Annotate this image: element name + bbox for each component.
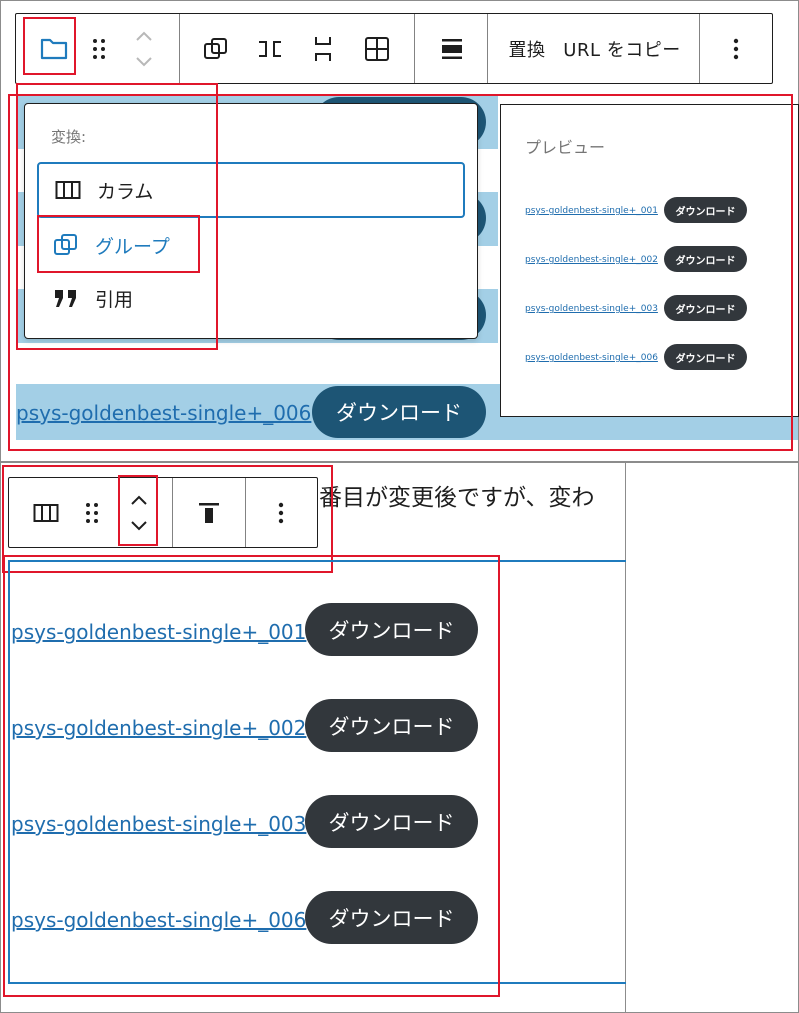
quote-icon	[53, 287, 79, 309]
chevron-up-down-icon	[134, 29, 154, 69]
block-toolbar: 置換 URL をコピー	[15, 13, 773, 84]
transform-option-label: グループ	[95, 235, 170, 258]
transform-option-group[interactable]: グループ	[37, 217, 465, 273]
transform-heading: 変換:	[51, 128, 87, 146]
move-up-down-button[interactable]	[121, 478, 157, 547]
toolbar-divider	[172, 478, 173, 547]
download-button[interactable]: ダウンロード	[305, 891, 478, 944]
file-link[interactable]: psys-goldenbest-single+_003	[11, 812, 306, 836]
justify-vertical-button[interactable]	[307, 14, 339, 83]
folder-icon	[40, 37, 68, 61]
more-options-button[interactable]	[716, 14, 756, 83]
more-vertical-icon	[733, 38, 739, 60]
download-button[interactable]: ダウンロード	[312, 386, 486, 438]
drag-dots-icon	[85, 502, 99, 524]
align-button[interactable]	[432, 14, 472, 83]
preview-title: プレビュー	[525, 138, 606, 157]
stack-icon	[312, 35, 334, 63]
drag-handle[interactable]	[77, 478, 107, 547]
chevron-up-down-icon	[129, 493, 149, 533]
download-button[interactable]: ダウンロード	[305, 795, 478, 848]
transform-preview: プレビュー psys-goldenbest-single+_001 ダウンロード…	[500, 104, 799, 417]
toolbar-divider	[179, 14, 180, 83]
transform-dropdown: 変換: カラム グループ 引用	[24, 103, 478, 339]
copy-url-button[interactable]: URL をコピー	[561, 14, 683, 83]
file-link[interactable]: psys-goldenbest-single+_002	[11, 716, 306, 740]
group-icon	[203, 36, 229, 62]
transform-option-label: カラム	[97, 180, 154, 203]
download-button[interactable]: ダウンロード	[305, 603, 478, 656]
transform-option-quote[interactable]: 引用	[37, 270, 465, 326]
replace-button[interactable]: 置換	[506, 14, 548, 83]
group-transform-button[interactable]	[200, 14, 232, 83]
toolbar-divider	[699, 14, 700, 83]
preview-download-button: ダウンロード	[664, 344, 747, 370]
drag-dots-icon	[92, 38, 106, 60]
columns-icon	[33, 503, 59, 523]
preview-link: psys-goldenbest-single+_002	[525, 255, 658, 265]
more-vertical-icon	[278, 502, 284, 524]
justify-horizontal-button[interactable]	[254, 14, 286, 83]
more-options-button[interactable]	[261, 478, 301, 547]
file-link[interactable]: psys-goldenbest-single+_006	[16, 401, 311, 425]
file-link[interactable]: psys-goldenbest-single+_006	[11, 908, 306, 932]
align-wide-icon	[440, 37, 464, 61]
transform-option-label: 引用	[95, 288, 134, 311]
file-link[interactable]: psys-goldenbest-single+_001	[11, 620, 306, 644]
preview-download-button: ダウンロード	[664, 295, 747, 321]
preview-link: psys-goldenbest-single+_006	[525, 353, 658, 363]
group-block-button[interactable]	[30, 14, 78, 83]
align-top-icon	[197, 501, 221, 525]
columns-icon	[55, 180, 81, 200]
preview-download-button: ダウンロード	[664, 197, 747, 223]
toolbar-divider	[487, 14, 488, 83]
toolbar-divider	[414, 14, 415, 83]
justify-space-between-icon	[257, 38, 283, 60]
preview-link: psys-goldenbest-single+_003	[525, 304, 658, 314]
move-up-down-button[interactable]	[126, 14, 162, 83]
grid-icon	[364, 36, 390, 62]
transform-option-columns[interactable]: カラム	[37, 162, 465, 218]
group-icon	[53, 232, 79, 258]
grid-layout-button[interactable]	[361, 14, 393, 83]
drag-handle[interactable]	[84, 14, 114, 83]
columns-block-button[interactable]	[27, 478, 65, 547]
columns-toolbar	[8, 477, 318, 548]
panel-divider	[0, 461, 799, 463]
vertical-align-button[interactable]	[189, 478, 229, 547]
toolbar-divider	[245, 478, 246, 547]
download-button[interactable]: ダウンロード	[305, 699, 478, 752]
paragraph-text: 番目が変更後ですが、変わ	[319, 485, 595, 511]
preview-link: psys-goldenbest-single+_001	[525, 206, 658, 216]
preview-download-button: ダウンロード	[664, 246, 747, 272]
